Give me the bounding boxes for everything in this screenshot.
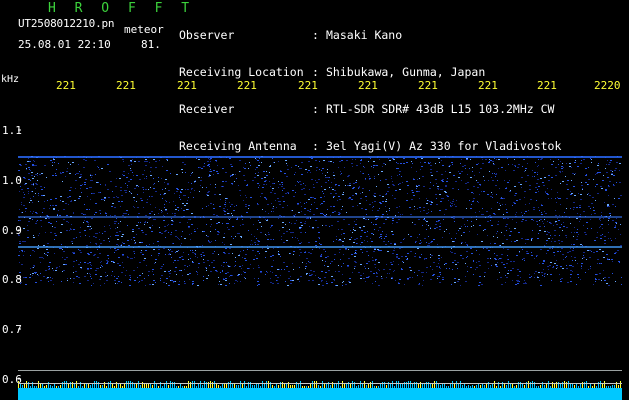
filename-label: UT2508012210.pn [18,17,115,30]
signal-line [18,216,622,218]
location-value: Shibukawa, Gunma, Japan [326,65,486,80]
x-tick-label: 221 [56,79,76,92]
divider-line [18,370,622,371]
x-tick-label: 2220 [594,79,621,92]
tick-marks [18,129,21,380]
x-tick-label: 221 [116,79,136,92]
x-tick-label: 221 [298,79,318,92]
colon: : [312,65,319,80]
x-tick-label: 221 [358,79,378,92]
carrier-line [18,156,622,158]
x-tick-label: 221 [478,79,498,92]
bottom-bar [18,388,622,400]
colon: : [312,27,319,42]
signal-line [18,246,622,248]
observer-value: Masaki Kano [326,27,403,42]
datetime-label: 25.08.01 22:10 [18,38,111,51]
y-unit-label: kHz [1,74,20,85]
x-tick-label: 221 [237,79,257,92]
x-tick-label: 221 [418,79,438,92]
app-title: H R O F F T [48,1,195,16]
count-label: 81. [141,38,161,51]
divider-line [18,383,622,384]
location-label: Receiving Location [179,65,304,80]
spectrogram [18,129,622,400]
signal-noise [18,156,622,286]
meteor-label: meteor [124,23,164,36]
x-tick-label: 221 [537,79,557,92]
x-tick-label: 221 [177,79,197,92]
observer-label: Observer [179,27,235,42]
